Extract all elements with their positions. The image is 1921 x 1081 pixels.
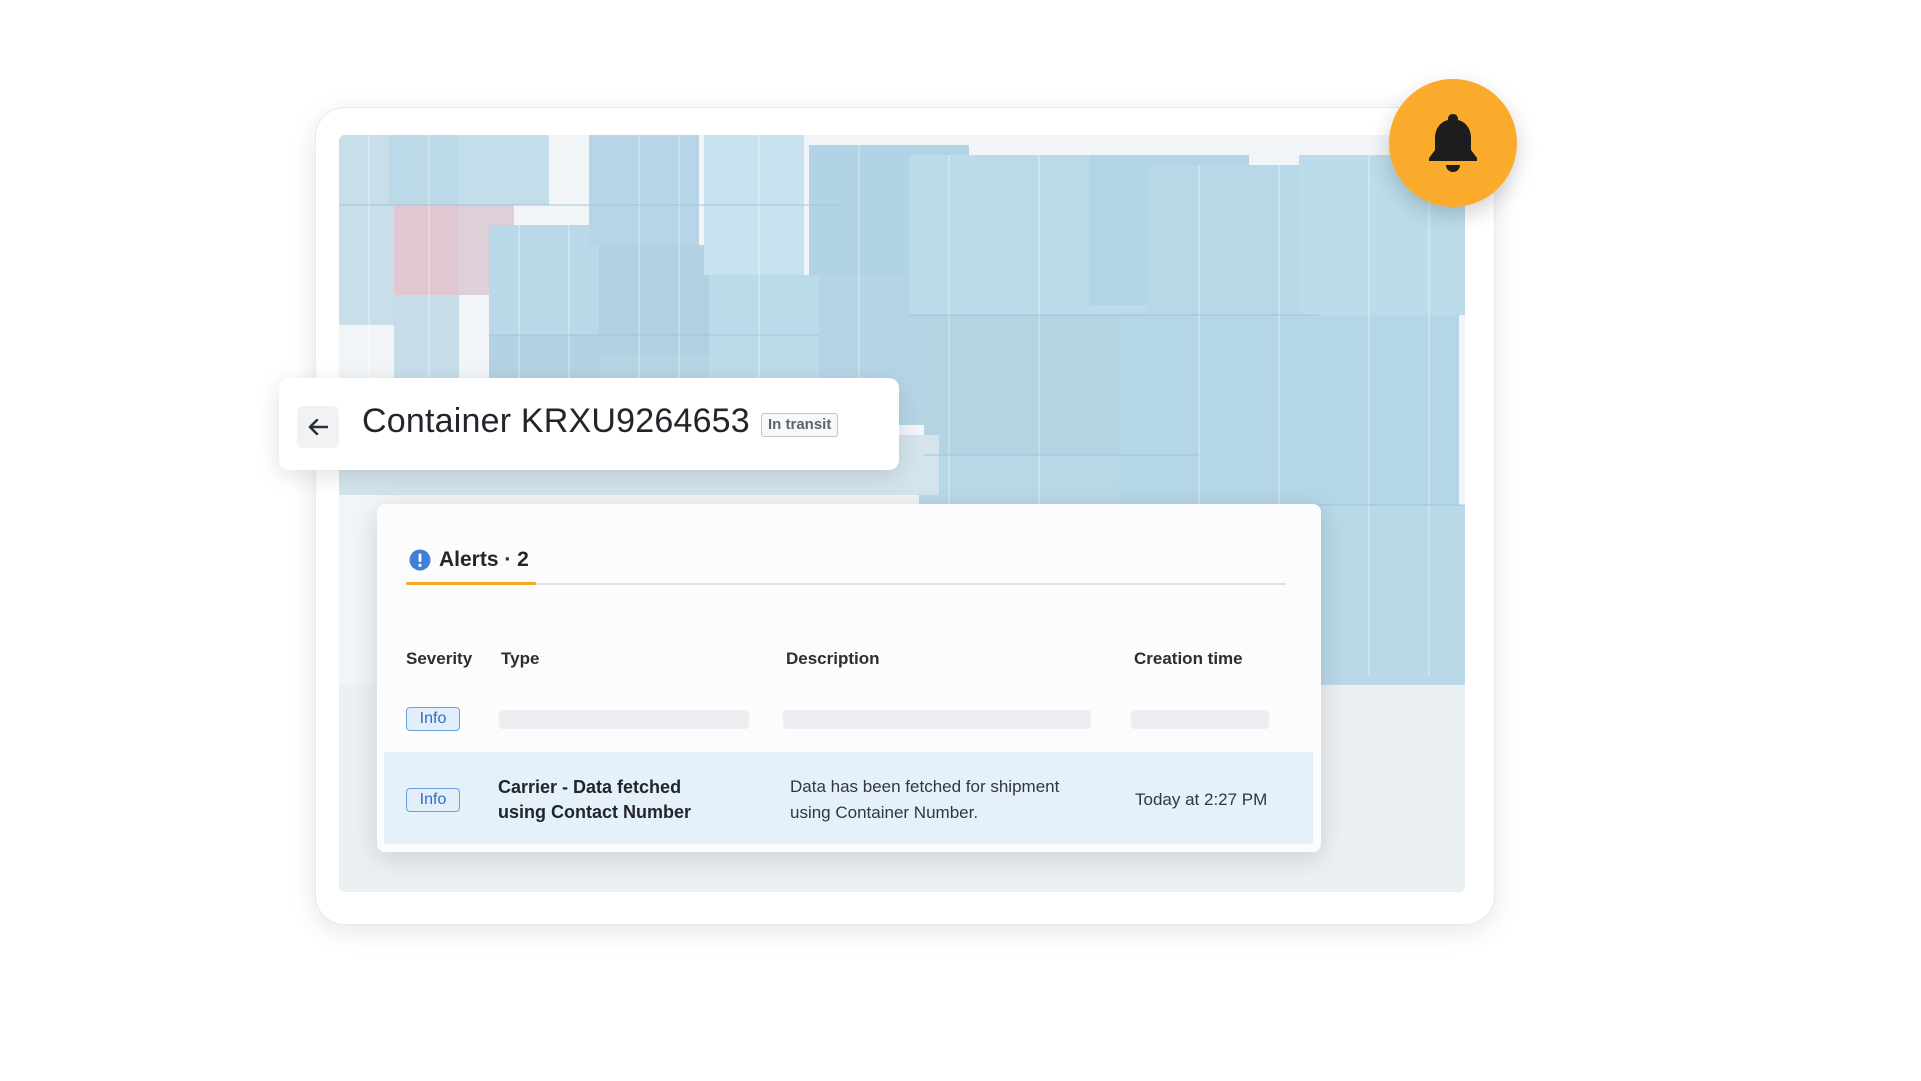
notification-badge[interactable] bbox=[1389, 79, 1517, 207]
tab-active-indicator bbox=[406, 582, 536, 585]
bell-icon bbox=[1429, 114, 1477, 172]
status-badge: In transit bbox=[761, 413, 839, 437]
tab-alerts-label: Alerts · 2 bbox=[439, 548, 529, 571]
creation-time-skeleton bbox=[1131, 710, 1269, 729]
column-header-creation-time[interactable]: Creation time bbox=[1134, 649, 1243, 669]
tab-alerts[interactable]: Alerts · 2 bbox=[409, 542, 529, 578]
alert-description: Data has been fetched for shipment using… bbox=[790, 777, 1060, 822]
type-skeleton bbox=[499, 710, 749, 729]
exclamation-circle-icon bbox=[409, 549, 431, 571]
alerts-panel: Alerts · 2 Severity Type Description Cre… bbox=[377, 504, 1321, 852]
column-header-type[interactable]: Type bbox=[501, 649, 539, 669]
arrow-left-icon bbox=[308, 419, 328, 435]
column-header-description[interactable]: Description bbox=[786, 649, 880, 669]
container-header-card: Container KRXU9264653 In transit bbox=[279, 378, 899, 470]
description-skeleton bbox=[783, 710, 1091, 729]
page-title: Container KRXU9264653 bbox=[362, 402, 750, 440]
back-button[interactable] bbox=[297, 406, 339, 448]
alert-creation-time: Today at 2:27 PM bbox=[1135, 790, 1268, 809]
alert-type: Carrier - Data fetched using Contact Num… bbox=[498, 777, 692, 822]
column-header-severity[interactable]: Severity bbox=[406, 649, 472, 669]
severity-badge: Info bbox=[406, 788, 460, 812]
severity-badge: Info bbox=[406, 707, 460, 731]
tab-divider bbox=[406, 583, 1286, 585]
